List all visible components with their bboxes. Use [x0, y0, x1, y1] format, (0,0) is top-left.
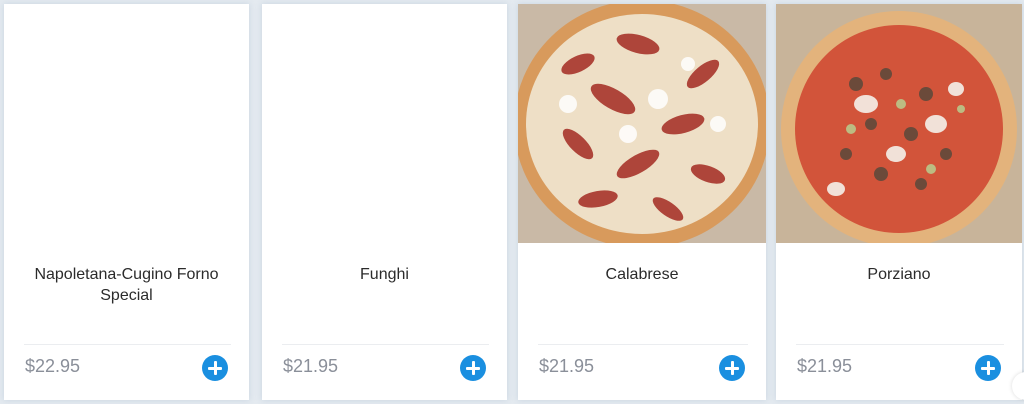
porziano-pizza-photo	[776, 4, 1022, 243]
add-to-cart-button[interactable]	[719, 355, 745, 381]
divider	[796, 344, 1004, 345]
menu-item-card[interactable]: Calabrese $21.95	[518, 4, 766, 400]
menu-grid: Napoletana-Cugino Forno Special $22.95 F…	[0, 0, 1024, 404]
add-to-cart-button[interactable]	[460, 355, 486, 381]
menu-item-card[interactable]: Funghi $21.95	[262, 4, 507, 400]
divider	[24, 344, 231, 345]
calabrese-pizza-photo	[518, 4, 766, 243]
item-name: Funghi	[360, 266, 409, 283]
item-name: Napoletana-Cugino Forno Special	[34, 266, 219, 304]
add-to-cart-button[interactable]	[202, 355, 228, 381]
item-name: Porziano	[867, 266, 931, 283]
add-to-cart-button[interactable]	[975, 355, 1001, 381]
menu-item-card[interactable]: Porziano $21.95	[776, 4, 1022, 400]
divider	[282, 344, 489, 345]
item-price: $21.95	[283, 356, 339, 376]
item-price: $22.95	[25, 356, 81, 376]
item-price: $21.95	[797, 356, 853, 376]
item-price: $21.95	[539, 356, 595, 376]
divider	[538, 344, 748, 345]
item-name: Calabrese	[605, 266, 679, 283]
menu-item-card[interactable]: Napoletana-Cugino Forno Special $22.95	[4, 4, 249, 400]
